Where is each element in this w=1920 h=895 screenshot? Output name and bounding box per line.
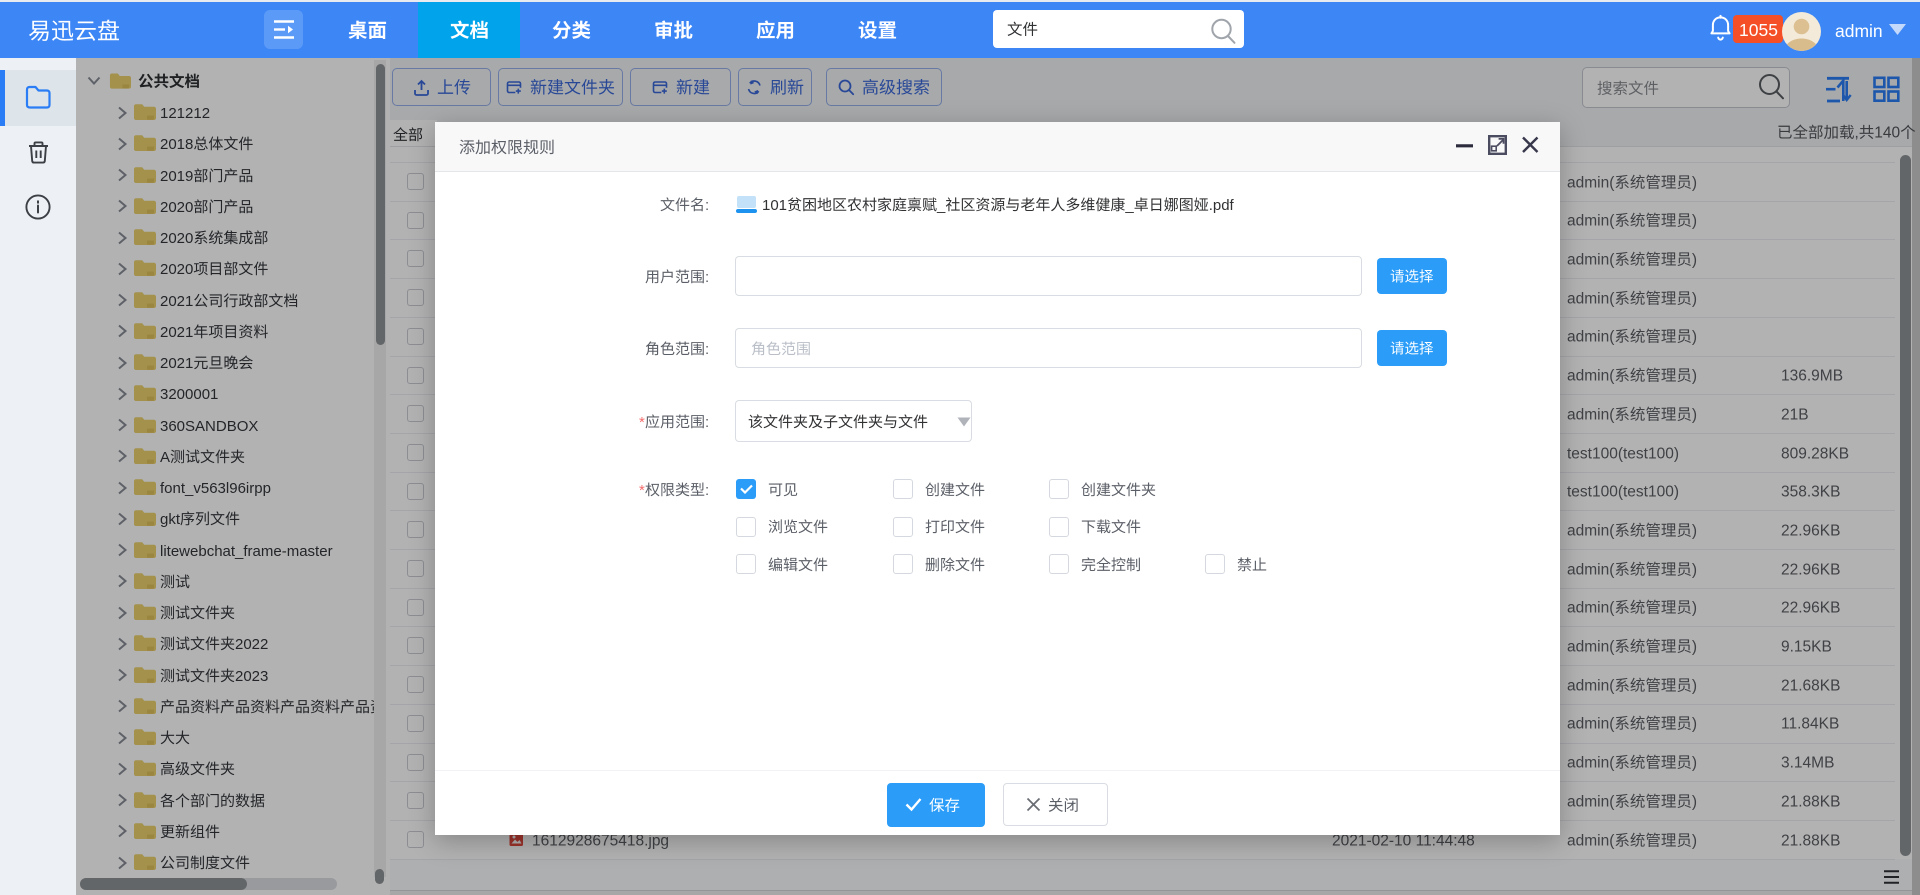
svg-text::: : — [705, 414, 709, 431]
svg-text:.pdf: .pdf — [1209, 197, 1235, 214]
svg-text:1055: 1055 — [1739, 19, 1778, 39]
svg-text::: : — [705, 269, 709, 286]
svg-text::: : — [705, 341, 709, 358]
svg-text::: : — [705, 482, 709, 499]
svg-text:_: _ — [1124, 197, 1134, 214]
svg-text::: : — [705, 197, 709, 214]
svg-text:_: _ — [936, 197, 946, 214]
svg-text:101: 101 — [762, 197, 787, 214]
svg-text:admin: admin — [1835, 20, 1883, 40]
